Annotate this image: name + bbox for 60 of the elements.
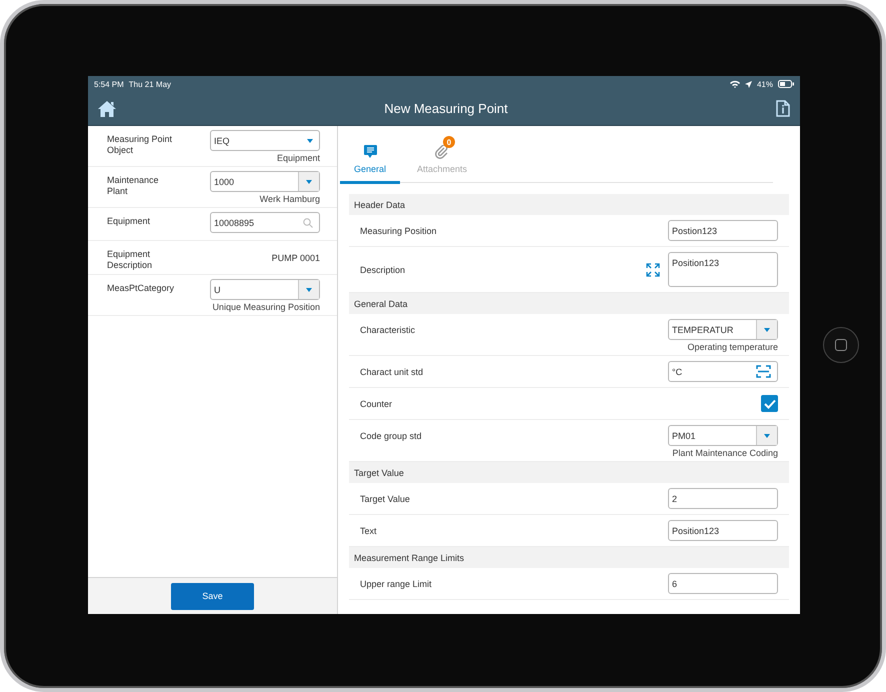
- section-title: General Data: [354, 298, 408, 308]
- section-title: Measurement Range Limits: [354, 552, 464, 562]
- field-label: Counter: [360, 398, 392, 408]
- caret-icon: [306, 288, 312, 292]
- dropdown[interactable]: IEQ: [210, 130, 320, 151]
- input-field[interactable]: 6: [668, 573, 778, 594]
- field-caption: Operating temperature: [687, 342, 778, 352]
- field-label: Equipment Description: [107, 248, 154, 271]
- page-title: New Measuring Point: [383, 101, 509, 116]
- scan-icon[interactable]: [756, 365, 771, 378]
- field-label: Charact unit std: [360, 366, 424, 376]
- input-field[interactable]: Position123: [668, 520, 778, 541]
- dropdown[interactable]: TEMPERATUR: [668, 319, 778, 340]
- location-icon: [744, 80, 752, 88]
- field-label: Target Value: [360, 494, 410, 504]
- field-label: Description: [360, 264, 406, 274]
- field-label: Code group std: [360, 430, 422, 441]
- input-field[interactable]: 2: [668, 488, 778, 509]
- field-label: Characteristic: [360, 324, 416, 335]
- field-label: Maintenance Plant: [107, 174, 160, 197]
- paperclip-icon: [435, 145, 449, 159]
- search-field[interactable]: 10008895: [210, 212, 320, 233]
- input-field[interactable]: Postion123: [668, 220, 778, 241]
- dropdown[interactable]: 1000: [210, 171, 320, 192]
- section-title: Header Data: [354, 200, 406, 210]
- search-icon: [303, 218, 313, 228]
- caret-icon: [764, 328, 770, 332]
- battery-icon: [778, 80, 794, 88]
- section-title: Target Value: [354, 468, 404, 478]
- chat-icon: [364, 145, 376, 158]
- field-label: Measuring Position: [360, 226, 437, 236]
- field-label: Equipment: [107, 215, 152, 227]
- tab[interactable]: General: [340, 133, 400, 184]
- caret-icon: [307, 138, 313, 142]
- expand-icon[interactable]: [646, 262, 660, 276]
- field-caption: Werk Hamburg: [260, 194, 320, 204]
- field-label: Text: [360, 526, 377, 536]
- home-button[interactable]: [823, 327, 859, 363]
- field-caption: Unique Measuring Position: [212, 302, 320, 312]
- field-value: PUMP 0001: [272, 252, 320, 265]
- input-field[interactable]: °C: [668, 361, 778, 382]
- battery-percent: 41%: [756, 80, 773, 88]
- dropdown[interactable]: U: [210, 279, 320, 300]
- field-label: Measuring Point Object: [107, 133, 173, 156]
- caret-icon: [306, 180, 312, 184]
- dropdown[interactable]: PM01: [668, 425, 778, 446]
- wifi-icon: [730, 80, 740, 88]
- save-button[interactable]: Save: [171, 582, 254, 610]
- field-caption: Equipment: [276, 153, 320, 163]
- home-icon[interactable]: [98, 100, 116, 116]
- count-badge: 0: [443, 136, 455, 148]
- status-date: Thu 21 May: [128, 80, 172, 88]
- status-time: 5:54 PM: [94, 80, 124, 88]
- document-info-icon[interactable]: [776, 100, 790, 117]
- field-label: Upper range Limit: [360, 578, 432, 588]
- caret-icon: [764, 434, 770, 438]
- checkbox[interactable]: [761, 395, 778, 412]
- field-caption: Plant Maintenance Coding: [672, 448, 778, 458]
- text-area[interactable]: Position123: [668, 252, 778, 287]
- field-label: MeasPtCategory: [107, 282, 173, 294]
